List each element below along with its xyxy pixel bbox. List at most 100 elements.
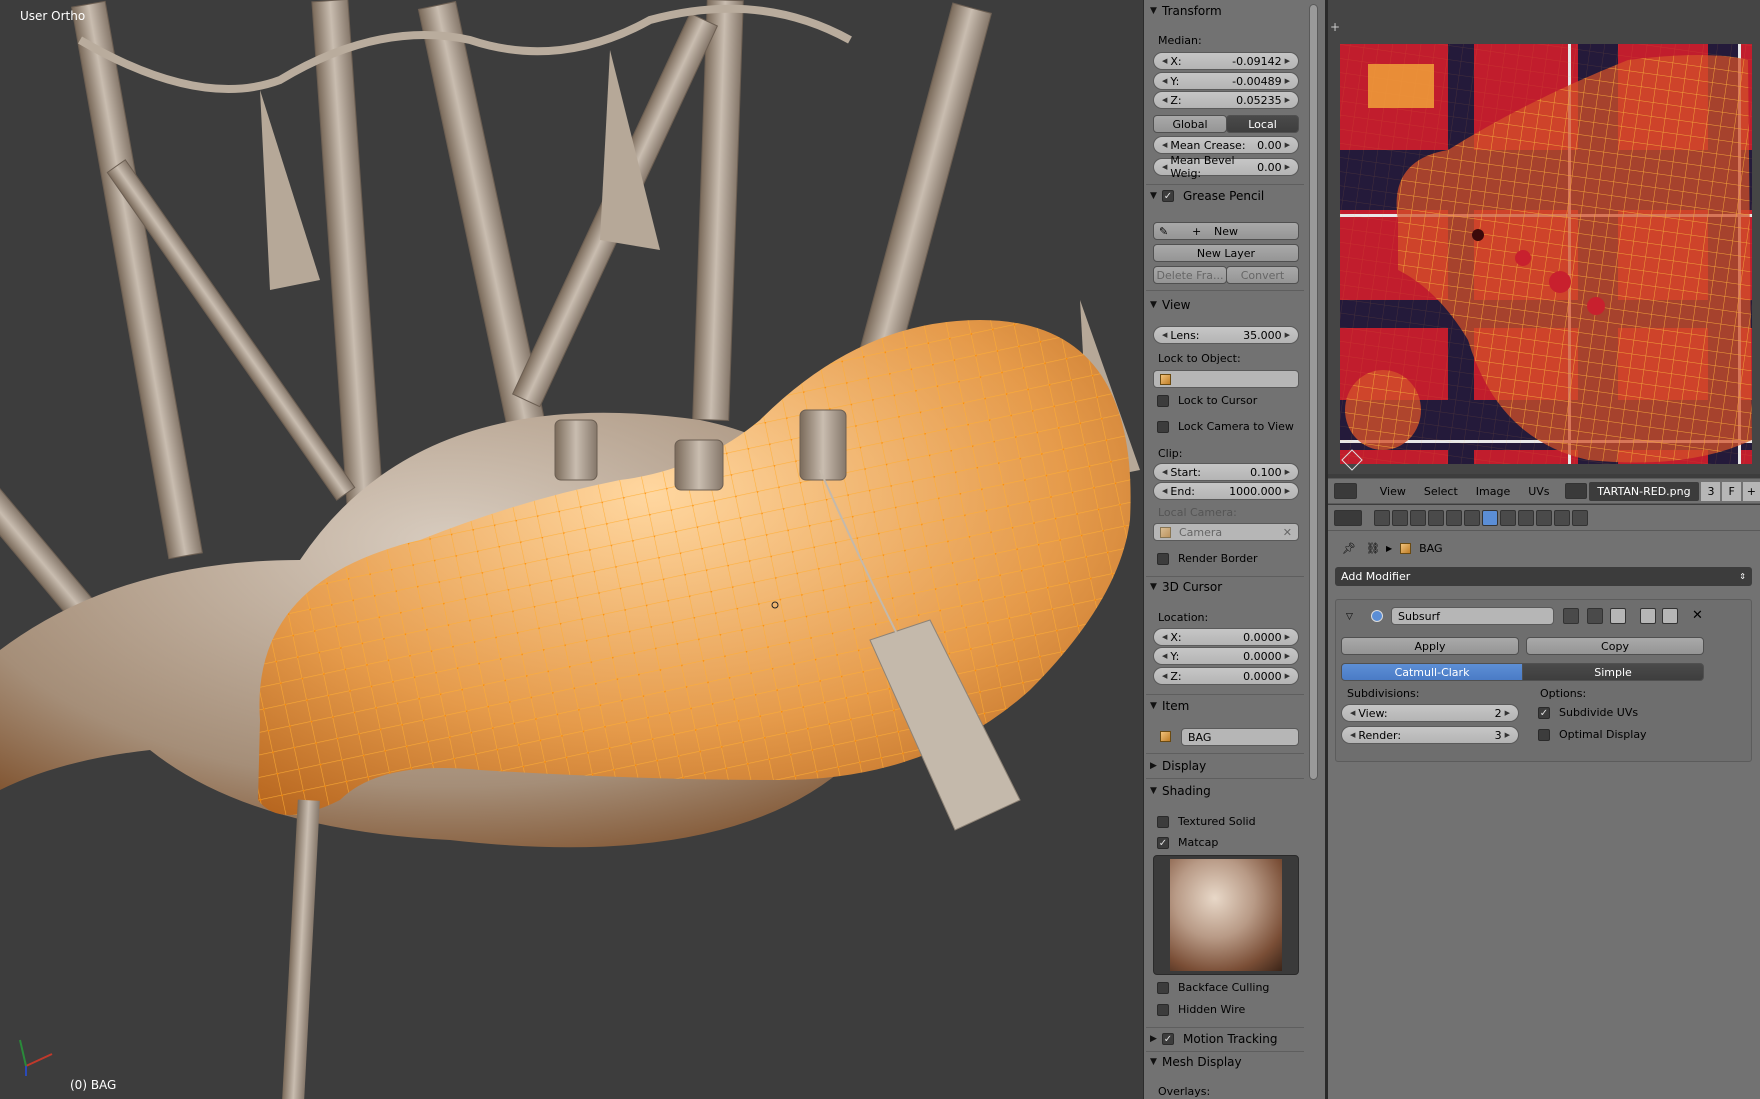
- increment-arrow-icon[interactable]: ▶: [1285, 468, 1290, 476]
- lock-camera-checkbox[interactable]: Lock Camera to View: [1157, 420, 1294, 433]
- 3d-viewport[interactable]: User Ortho (0) BAG: [0, 0, 1143, 1099]
- matcap-checkbox[interactable]: ✓ Matcap: [1157, 836, 1218, 849]
- backface-culling-checkbox[interactable]: Backface Culling: [1157, 981, 1269, 994]
- hidden-wire-checkbox[interactable]: Hidden Wire: [1157, 1003, 1245, 1016]
- increment-arrow-icon[interactable]: ▶: [1285, 96, 1290, 104]
- editor-type-icon[interactable]: [1334, 483, 1357, 499]
- field-value: 0.0000: [1243, 669, 1282, 683]
- increment-arrow-icon[interactable]: ▶: [1285, 141, 1290, 149]
- matcap-preview[interactable]: [1153, 855, 1299, 975]
- increment-arrow-icon[interactable]: ▶: [1285, 163, 1290, 171]
- render-border-checkbox[interactable]: Render Border: [1157, 552, 1258, 565]
- catmull-clark-toggle[interactable]: Catmull-Clark: [1341, 663, 1523, 681]
- increment-arrow-icon[interactable]: ▶: [1285, 77, 1290, 85]
- collapse-triangle-icon[interactable]: ▽: [1346, 612, 1353, 622]
- modifier-name-field[interactable]: Subsurf: [1391, 607, 1554, 625]
- median-y-field[interactable]: ◀ Y: -0.00489 ▶: [1153, 72, 1299, 90]
- clip-start-field[interactable]: ◀ Start: 0.100 ▶: [1153, 463, 1299, 481]
- cursor-y-field[interactable]: ◀ Y: 0.0000 ▶: [1153, 647, 1299, 665]
- mean-crease-field[interactable]: ◀ Mean Crease: 0.00 ▶: [1153, 136, 1299, 154]
- increment-arrow-icon[interactable]: ▶: [1285, 487, 1290, 495]
- constraints-tab-icon[interactable]: [1464, 509, 1480, 526]
- increment-arrow-icon[interactable]: ▶: [1505, 731, 1510, 739]
- view-levels-field[interactable]: ◀ View: 2 ▶: [1341, 704, 1519, 722]
- area-corner-plus-icon[interactable]: +: [1330, 20, 1340, 34]
- apply-button[interactable]: Apply: [1341, 637, 1519, 655]
- increment-arrow-icon[interactable]: ▶: [1285, 672, 1290, 680]
- modifiers-tab-icon[interactable]: [1482, 509, 1498, 526]
- editor-type-icon[interactable]: [1334, 509, 1362, 526]
- lock-object-field[interactable]: [1153, 370, 1299, 388]
- render-toggle-icon[interactable]: [1563, 608, 1579, 624]
- clear-x-icon[interactable]: ✕: [1283, 526, 1292, 539]
- grease-pencil-enable-checkbox[interactable]: ✓: [1162, 190, 1183, 202]
- cursor-x-field[interactable]: ◀ X: 0.0000 ▶: [1153, 628, 1299, 646]
- lock-to-cursor-checkbox[interactable]: Lock to Cursor: [1157, 394, 1257, 407]
- pin-icon[interactable]: 📌︎: [1342, 542, 1356, 555]
- motion-tracking-panel-header[interactable]: ▶ ✓ Motion Tracking: [1150, 1029, 1300, 1049]
- menu-select[interactable]: Select: [1415, 485, 1467, 498]
- motion-tracking-checkbox[interactable]: ✓: [1162, 1033, 1183, 1045]
- view-panel-header[interactable]: ▼ View: [1150, 295, 1300, 315]
- median-z-field[interactable]: ◀ Z: 0.05235 ▶: [1153, 91, 1299, 109]
- menu-image[interactable]: Image: [1467, 485, 1519, 498]
- increment-arrow-icon[interactable]: ▶: [1285, 633, 1290, 641]
- add-modifier-dropdown[interactable]: Add Modifier ⇕: [1335, 567, 1752, 586]
- editmode-toggle-icon[interactable]: [1610, 608, 1626, 624]
- shelf-scrollbar[interactable]: [1305, 0, 1325, 1099]
- scrollbar-thumb[interactable]: [1309, 4, 1318, 780]
- render-tab-icon[interactable]: [1374, 509, 1390, 526]
- object-name-field[interactable]: BAG: [1181, 728, 1299, 746]
- subdivide-uvs-checkbox[interactable]: ✓ Subdivide UVs: [1538, 706, 1638, 719]
- new-grease-pencil-button[interactable]: ✎ + New: [1153, 222, 1299, 240]
- global-toggle[interactable]: Global: [1153, 115, 1227, 133]
- item-panel-header[interactable]: ▼ Item: [1150, 696, 1300, 716]
- scene-tab-icon[interactable]: [1410, 509, 1426, 526]
- optimal-display-checkbox[interactable]: Optimal Display: [1538, 728, 1647, 741]
- image-browse-icon[interactable]: [1564, 483, 1588, 499]
- image-name-field[interactable]: TARTAN-RED.png: [1589, 481, 1700, 501]
- cursor-z-field[interactable]: ◀ Z: 0.0000 ▶: [1153, 667, 1299, 685]
- move-up-icon[interactable]: [1640, 608, 1656, 624]
- render-levels-field[interactable]: ◀ Render: 3 ▶: [1341, 726, 1519, 744]
- delete-frame-button[interactable]: Delete Fra...: [1153, 266, 1227, 284]
- transform-panel-header[interactable]: ▼ Transform: [1150, 1, 1300, 21]
- textured-solid-checkbox[interactable]: Textured Solid: [1157, 815, 1256, 828]
- increment-arrow-icon[interactable]: ▶: [1285, 652, 1290, 660]
- new-image-plus-icon[interactable]: +: [1742, 481, 1760, 501]
- increment-arrow-icon[interactable]: ▶: [1505, 709, 1510, 717]
- viewport-eye-icon[interactable]: [1587, 608, 1603, 624]
- physics-tab-icon[interactable]: [1572, 509, 1588, 526]
- data-tab-icon[interactable]: [1500, 509, 1516, 526]
- convert-button[interactable]: Convert: [1226, 266, 1299, 284]
- fake-user-button[interactable]: F: [1722, 481, 1741, 501]
- remove-modifier-x-icon[interactable]: ✕: [1692, 608, 1703, 623]
- uv-image-editor[interactable]: +: [1328, 0, 1760, 474]
- menu-view[interactable]: View: [1371, 485, 1415, 498]
- render-layers-tab-icon[interactable]: [1392, 509, 1408, 526]
- median-x-field[interactable]: ◀ X: -0.09142 ▶: [1153, 52, 1299, 70]
- material-tab-icon[interactable]: [1518, 509, 1534, 526]
- cursor-panel-header[interactable]: ▼ 3D Cursor: [1150, 577, 1300, 597]
- world-tab-icon[interactable]: [1428, 509, 1444, 526]
- simple-toggle[interactable]: Simple: [1522, 663, 1704, 681]
- mesh-display-panel-header[interactable]: ▼ Mesh Display: [1150, 1052, 1300, 1072]
- particles-tab-icon[interactable]: [1554, 509, 1570, 526]
- field-value: 0.0000: [1243, 649, 1282, 663]
- increment-arrow-icon[interactable]: ▶: [1285, 57, 1290, 65]
- move-down-icon[interactable]: [1662, 608, 1678, 624]
- new-layer-button[interactable]: New Layer: [1153, 244, 1299, 262]
- grease-pencil-panel-header[interactable]: ▼ ✓ Grease Pencil: [1150, 186, 1300, 206]
- shading-panel-header[interactable]: ▼ Shading: [1150, 781, 1300, 801]
- menu-uvs[interactable]: UVs: [1519, 485, 1558, 498]
- clip-end-field[interactable]: ◀ End: 1000.000 ▶: [1153, 482, 1299, 500]
- lens-field[interactable]: ◀ Lens: 35.000 ▶: [1153, 326, 1299, 344]
- mean-bevel-field[interactable]: ◀ Mean Bevel Weig: 0.00 ▶: [1153, 154, 1299, 180]
- local-camera-field[interactable]: Camera ✕: [1153, 523, 1299, 541]
- display-panel-header[interactable]: ▶ Display: [1150, 756, 1300, 776]
- texture-tab-icon[interactable]: [1536, 509, 1552, 526]
- copy-button[interactable]: Copy: [1526, 637, 1704, 655]
- increment-arrow-icon[interactable]: ▶: [1285, 331, 1290, 339]
- local-toggle[interactable]: Local: [1226, 115, 1299, 133]
- object-tab-icon[interactable]: [1446, 509, 1462, 526]
